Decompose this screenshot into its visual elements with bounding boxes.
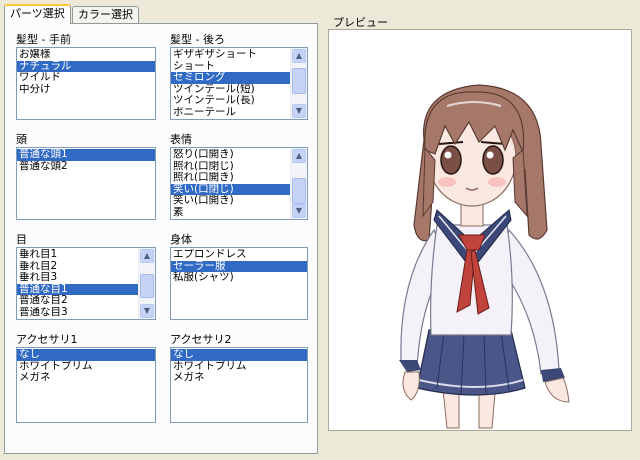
expression-label: 表情 (170, 133, 192, 146)
list-item[interactable]: ショート (171, 61, 291, 73)
list-item[interactable]: 私服(シャツ) (171, 272, 307, 284)
expression-listbox[interactable]: 怒り(口開き) 照れ(口閉じ) 照れ(口開き) 笑い(口閉じ) 笑い(口開き) 素 ▲ ▼ (170, 147, 308, 220)
list-item[interactable]: ホワイトブリム (171, 361, 307, 373)
list-item[interactable]: ホワイトブリム (17, 361, 155, 373)
list-item[interactable]: 中分け (17, 84, 155, 96)
list-item[interactable]: 照れ(口開き) (171, 172, 291, 184)
hair-front-listbox[interactable]: お嬢様 ナチュラル ワイルド 中分け (16, 47, 156, 120)
list-item[interactable]: 笑い(口閉じ) (171, 183, 291, 195)
scroll-thumb[interactable] (140, 274, 154, 298)
eyes-listbox[interactable]: 垂れ目1 垂れ目2 垂れ目3 普通な目1 普通な目2 普通な目3 ▲ ▼ (16, 247, 156, 320)
hair-back-scrollbar[interactable]: ▲ ▼ (290, 48, 307, 119)
list-item[interactable]: 照れ(口閉じ) (171, 161, 291, 173)
tab-parts-select[interactable]: パーツ選択 (4, 4, 71, 24)
body-listbox[interactable]: エプロンドレス セーラー服 私服(シャツ) (170, 247, 308, 320)
preview-label: プレビュー (333, 16, 388, 29)
list-item[interactable]: セミロング (171, 72, 291, 84)
list-item[interactable]: 垂れ目1 (17, 249, 139, 261)
hair-back-listbox[interactable]: ギザギザショート ショート セミロング ツインテール(短) ツインテール(長) ポニーテー… (170, 47, 308, 120)
head-listbox[interactable]: 普通な頭1 普通な頭2 (16, 147, 156, 220)
list-item[interactable]: 普通な頭1 (17, 149, 155, 161)
scroll-up-arrow-icon[interactable]: ▲ (292, 49, 306, 63)
list-item[interactable]: なし (171, 349, 307, 361)
scroll-down-arrow-icon[interactable]: ▼ (140, 304, 154, 318)
list-item[interactable]: ツインテール(短) (171, 84, 291, 96)
character-preview-image (399, 84, 570, 429)
list-item[interactable]: 垂れ目3 (17, 272, 139, 284)
hair-front-label: 髪型 - 手前 (16, 33, 71, 46)
expression-scrollbar[interactable]: ▲ ▼ (290, 148, 307, 219)
hair-back-label: 髪型 - 後ろ (170, 33, 225, 46)
list-item[interactable]: ポニーテール (171, 107, 291, 119)
list-item[interactable]: お嬢様 (17, 49, 155, 61)
scroll-down-arrow-icon[interactable]: ▼ (292, 204, 306, 218)
list-item[interactable]: ナチュラル (17, 60, 155, 72)
list-item[interactable]: ギザギザショート (171, 49, 291, 61)
list-item[interactable]: ツインテール(長) (171, 95, 291, 107)
scroll-up-arrow-icon[interactable]: ▲ (140, 249, 154, 263)
tab-color-select[interactable]: カラー選択 (72, 6, 139, 23)
scroll-down-arrow-icon[interactable]: ▼ (292, 104, 306, 118)
eyes-scrollbar[interactable]: ▲ ▼ (138, 248, 155, 319)
list-item[interactable]: メガネ (171, 372, 307, 384)
list-item[interactable]: 普通な目1 (17, 283, 139, 295)
list-item[interactable]: 垂れ目2 (17, 261, 139, 273)
accessory2-listbox[interactable]: なし ホワイトブリム メガネ (170, 347, 308, 423)
eyes-label: 目 (16, 233, 27, 246)
scroll-thumb[interactable] (292, 178, 306, 204)
list-item[interactable]: 素 (171, 207, 291, 219)
list-item[interactable]: 笑い(口開き) (171, 195, 291, 207)
list-item[interactable]: ワイルド (17, 72, 155, 84)
head-label: 頭 (16, 133, 27, 146)
scroll-thumb[interactable] (292, 68, 306, 94)
list-item[interactable]: なし (17, 349, 155, 361)
accessory1-listbox[interactable]: なし ホワイトブリム メガネ (16, 347, 156, 423)
accessory1-label: アクセサリ1 (16, 333, 78, 346)
list-item[interactable]: 普通な目2 (17, 295, 139, 307)
scroll-up-arrow-icon[interactable]: ▲ (292, 149, 306, 163)
list-item[interactable]: セーラー服 (171, 260, 307, 272)
accessory2-label: アクセサリ2 (170, 333, 232, 346)
list-item[interactable]: メガネ (17, 372, 155, 384)
list-item[interactable]: エプロンドレス (171, 249, 307, 261)
list-item[interactable]: 普通な頭2 (17, 161, 155, 173)
preview-panel (328, 29, 632, 431)
list-item[interactable]: 普通な目3 (17, 307, 139, 319)
list-item[interactable]: 怒り(口開き) (171, 149, 291, 161)
body-label: 身体 (170, 233, 192, 246)
